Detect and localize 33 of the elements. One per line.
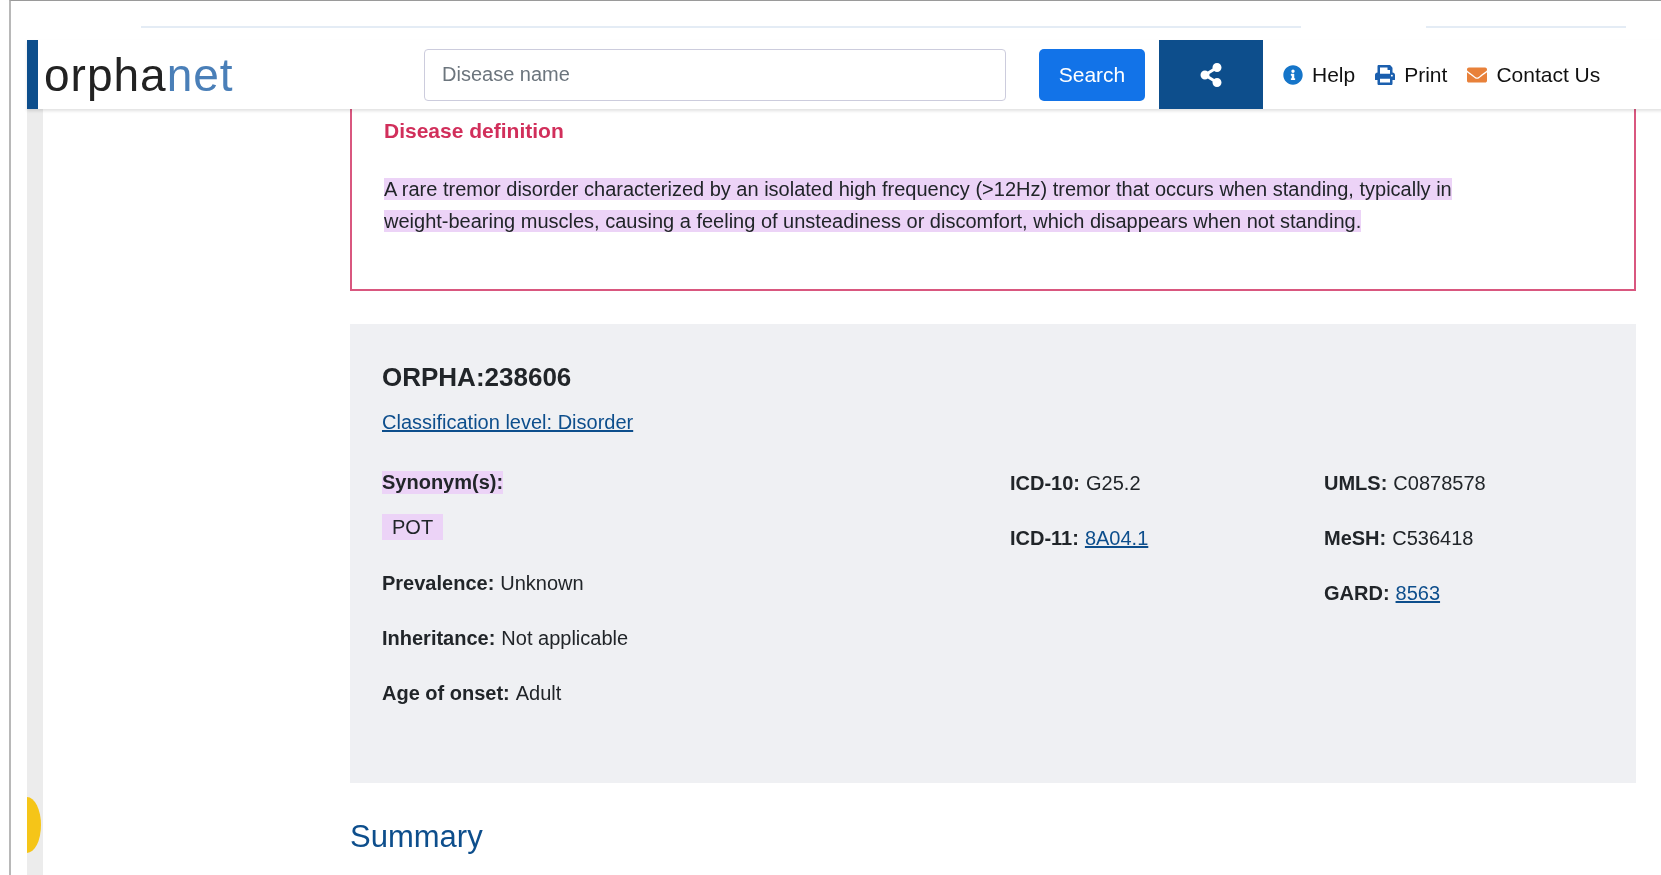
orpha-code: ORPHA:238606 <box>382 362 573 393</box>
code-link[interactable]: 8563 <box>1395 582 1441 605</box>
classification-link[interactable]: Classification level: Disorder <box>382 411 634 434</box>
code-label: MeSH: <box>1324 527 1387 550</box>
field-label: Inheritance: <box>382 627 496 650</box>
code-value: G25.2 <box>1086 472 1141 495</box>
synonyms-label: Synonym(s): <box>382 471 504 494</box>
code-label: UMLS: <box>1324 472 1388 495</box>
share-button[interactable] <box>1159 40 1263 109</box>
search-button[interactable]: Search <box>1039 48 1145 101</box>
nav-link[interactable]: Print <box>1375 62 1448 87</box>
code-value: C0878578 <box>1393 472 1486 495</box>
field-label: Prevalence: <box>382 572 495 595</box>
nav-link[interactable]: Contact Us <box>1467 62 1601 87</box>
printer-icon <box>1375 64 1396 85</box>
field-label: Age of onset: <box>382 682 510 705</box>
nav-link[interactable]: Help <box>1283 62 1356 87</box>
code-label: ICD-10: <box>1010 472 1080 495</box>
code-label: GARD: <box>1324 582 1390 605</box>
code-value: C536418 <box>1392 527 1474 550</box>
search-field[interactable]: Disease name <box>424 48 1006 101</box>
field-value: Unknown <box>500 572 584 595</box>
share-icon <box>1199 62 1223 87</box>
logo-bar <box>27 40 38 109</box>
code-link[interactable]: 8A04.1 <box>1084 527 1149 550</box>
definition-text: A rare tremor disorder characterized by an isolated high frequency (>12Hz) tremor that occurs when standing, typically in weight-bearing muscles, causing a feeling of unsteadiness or discomfort, which disappears when not standing. <box>384 177 1453 234</box>
info-icon <box>1283 64 1303 85</box>
synonym: POT <box>382 514 444 540</box>
field-value: Adult <box>515 682 562 705</box>
summary-heading: Summary <box>350 819 484 855</box>
field-value: Not applicable <box>501 627 629 650</box>
definition-title: Disease definition <box>384 119 565 143</box>
code-label: ICD-11: <box>1010 527 1079 550</box>
